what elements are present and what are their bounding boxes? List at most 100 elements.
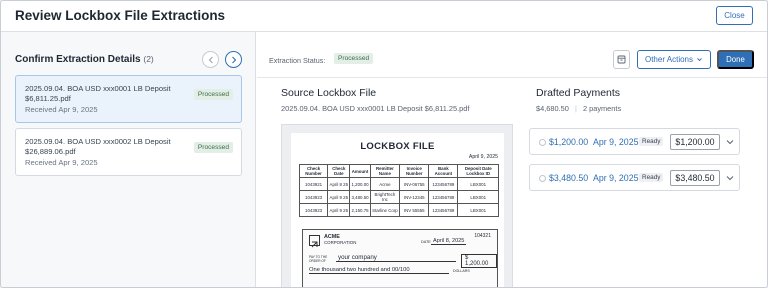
table-cell: BrightTech Inc: [369, 190, 401, 205]
drafted-payments-summary: $4,680.50 | 2 payments: [536, 104, 621, 113]
chevron-down-icon[interactable]: [725, 173, 735, 183]
previous-file-button[interactable]: [202, 51, 219, 68]
table-cell: INV 55555: [399, 203, 430, 218]
table-header-row: Check Number Check Date Amount Remitter …: [298, 163, 499, 179]
payment-radio[interactable]: [539, 139, 546, 146]
table-cell: 123456789: [428, 177, 459, 192]
dialog-header: Review Lockbox File Extractions Close: [1, 1, 767, 32]
archive-button[interactable]: [613, 50, 630, 69]
status-badge: Processed: [193, 89, 233, 100]
table-cell: 1,200.00: [349, 177, 371, 192]
source-file-title: Source Lockbox File: [281, 87, 377, 99]
file-list-panel: Confirm Extraction Details (2) 2025.09.0…: [1, 32, 256, 287]
extraction-status-label: Extraction Status:: [269, 56, 326, 65]
review-dialog: Review Lockbox File Extractions Close Co…: [0, 0, 768, 288]
table-cell: Acme: [369, 177, 401, 192]
check-date: April 8, 2025: [431, 238, 467, 245]
other-actions-dropdown[interactable]: Other Actions: [637, 50, 711, 69]
check-amount-words: One thousand two hundred and 00/100: [309, 267, 449, 274]
file-name-line2: $26,889.06.pdf: [25, 147, 76, 156]
table-cell: April 9 25: [327, 190, 351, 205]
drafted-total: $4,680.50: [536, 104, 569, 113]
check-company-sub: CORPORATION: [324, 240, 357, 245]
table-cell: INV-12345: [399, 190, 430, 205]
table-cell: 1043921: [298, 177, 329, 192]
column-header: Check Date: [327, 163, 351, 179]
extraction-status-badge: Processed: [334, 53, 374, 64]
dialog-title: Review Lockbox File Extractions: [15, 8, 226, 23]
acme-logo-icon: [309, 235, 320, 248]
chevron-down-icon[interactable]: [725, 137, 735, 147]
column-header: Amount: [349, 163, 371, 179]
table-row: 1043923 April 9 25 3,480.50 BrightTech I…: [298, 190, 499, 205]
summary-separator: |: [574, 104, 577, 113]
drafted-payments-title: Drafted Payments: [536, 87, 621, 99]
document-date: April 9, 2025: [468, 154, 498, 160]
payment-radio[interactable]: [539, 175, 546, 182]
toolbar-divider: [257, 77, 767, 78]
close-button[interactable]: Close: [716, 6, 753, 25]
table-cell: LBX001: [457, 177, 499, 192]
payment-date: Apr 9, 2025: [593, 137, 639, 147]
next-file-button[interactable]: [225, 51, 242, 68]
file-received-date: Received Apr 9, 2025: [25, 105, 98, 114]
file-list-item[interactable]: 2025.09.04. BOA USD xxx0002 LB Deposit $…: [15, 128, 242, 176]
payment-date: Apr 9, 2025: [593, 173, 639, 183]
table-cell: 2,150.75: [349, 203, 371, 218]
lockbox-table: Check Number Check Date Amount Remitter …: [298, 163, 499, 218]
table-cell: April 8 25: [327, 177, 351, 192]
payment-status-badge: Ready: [639, 173, 664, 182]
column-header: Bank Account: [428, 163, 459, 179]
check-number: 104321: [474, 233, 491, 239]
payment-amount: $3,480.50: [549, 173, 589, 183]
column-header: Deposit Date Lockbox ID: [457, 163, 499, 179]
column-header: Remitter Name: [369, 163, 401, 179]
archive-icon: [617, 55, 626, 64]
table-cell: LBX001: [457, 190, 499, 205]
table-row: 1043921 April 8 25 1,200.00 Acme INV-067…: [298, 177, 499, 192]
file-list-item[interactable]: 2025.09.04. BOA USD xxx0001 LB Deposit $…: [15, 75, 242, 123]
table-cell: Starline Corp: [369, 203, 401, 218]
table-cell: LBX001: [457, 203, 499, 218]
column-header: Invoice Number: [399, 163, 430, 179]
table-cell: 123456789: [428, 190, 459, 205]
file-name-line2: $6,811.25.pdf: [25, 94, 71, 103]
payment-row[interactable]: $1,200.00 Apr 9, 2025 Ready $1,200.00: [529, 128, 740, 155]
column-header: Check Number: [298, 163, 329, 179]
document-title: LOCKBOX FILE: [360, 141, 435, 152]
file-name-line1: 2025.09.04. BOA USD xxx0002 LB Deposit: [25, 137, 171, 146]
chevron-right-icon: [231, 56, 236, 63]
table-cell: 3,480.50: [349, 190, 371, 205]
source-file-name: 2025.09.04. BOA USD xxx0001 LB Deposit $…: [281, 104, 470, 113]
table-cell: 1043923: [298, 203, 329, 218]
table-cell: April 9 25: [327, 203, 351, 218]
done-button[interactable]: Done: [717, 50, 754, 69]
payment-amount: $1,200.00: [549, 137, 589, 147]
chevron-left-icon: [208, 56, 213, 63]
chevron-down-icon: [697, 58, 702, 62]
file-received-date: Received Apr 9, 2025: [25, 158, 98, 167]
check-date-label: DATE: [421, 240, 431, 244]
payment-status-badge: Ready: [639, 137, 664, 146]
check-payee: your company: [336, 254, 456, 262]
check-image: ACME CORPORATION 104321 DATE April 8, 20…: [302, 229, 498, 287]
file-name-line1: 2025.09.04. BOA USD xxx0001 LB Deposit: [25, 84, 171, 93]
table-cell: 1043923: [298, 190, 329, 205]
file-list-title-text: Confirm Extraction Details: [15, 54, 141, 65]
check-pay-label: PAY TO THE ORDER OF: [309, 255, 328, 263]
check-dollars-label: DOLLARS: [453, 269, 470, 273]
table-row: 1043923 April 9 25 2,150.75 Starline Cor…: [298, 203, 499, 218]
drafted-count: 2 payments: [582, 104, 622, 113]
other-actions-label: Other Actions: [644, 55, 694, 64]
table-cell: 123456789: [428, 203, 459, 218]
document-preview[interactable]: LOCKBOX FILE April 9, 2025 Check Number …: [281, 124, 513, 287]
document-page: LOCKBOX FILE April 9, 2025 Check Number …: [291, 133, 504, 287]
payment-amount-input[interactable]: $3,480.50: [670, 170, 720, 186]
status-badge: Processed: [193, 142, 233, 153]
payment-row[interactable]: $3,480.50 Apr 9, 2025 Ready $3,480.50: [529, 164, 740, 191]
check-amount: $ 1,200.00: [461, 254, 497, 268]
payment-amount-input[interactable]: $1,200.00: [670, 134, 720, 150]
table-cell: INV-06755: [399, 177, 430, 192]
file-count: (2): [143, 54, 154, 64]
file-list-title: Confirm Extraction Details (2): [15, 54, 154, 65]
